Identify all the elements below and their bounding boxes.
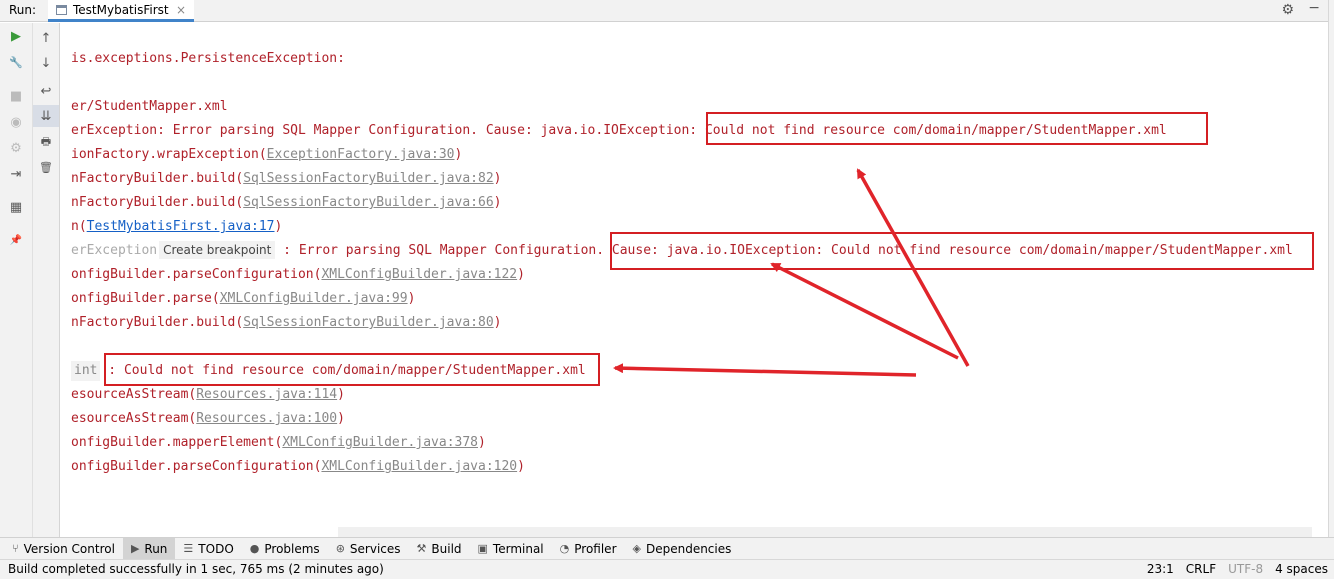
console-line: esourceAsStream(Resources.java:114) <box>71 387 345 402</box>
console-line: onfigBuilder.parseConfiguration(XMLConfi… <box>71 459 525 474</box>
run-config-icon <box>56 4 67 15</box>
stop-icon[interactable]: ■ <box>0 85 32 107</box>
tab-terminal[interactable]: ▣ Terminal <box>470 538 552 560</box>
horizontal-scrollbar[interactable] <box>338 527 1312 537</box>
console-line: nFactoryBuilder.build(SqlSessionFactoryB… <box>71 195 502 210</box>
tab-todo[interactable]: ☰ TODO <box>175 538 241 560</box>
tab-run[interactable]: ▶ Run <box>122 537 176 560</box>
console-line: onfigBuilder.parse(XMLConfigBuilder.java… <box>71 291 416 306</box>
stack-link[interactable]: TestMybatisFirst.java:17 <box>87 219 275 234</box>
stack-link[interactable]: Resources.java:114 <box>196 387 337 402</box>
create-breakpoint-popup[interactable]: Create breakpoint <box>159 241 276 259</box>
hammer-icon: ⚒ <box>416 542 427 555</box>
stack-link[interactable]: Resources.java:100 <box>196 411 337 426</box>
stack-link[interactable]: XMLConfigBuilder.java:378 <box>282 435 478 450</box>
layout-icon[interactable]: ▦ <box>0 196 32 218</box>
tab-title: TestMybatisFirst <box>73 2 169 17</box>
gear-icon[interactable]: ⚙ <box>1281 2 1294 18</box>
tab-profiler[interactable]: ◔ Profiler <box>552 538 625 560</box>
stack-link[interactable]: SqlSessionFactoryBuilder.java:80 <box>243 315 493 330</box>
tool-window-bar: ⑂ Version Control ▶ Run ☰ TODO ● Problems ⊛ S… <box>0 537 1334 560</box>
up-arrow-icon[interactable]: ↑ <box>33 27 59 49</box>
console-line: onfigBuilder.parseConfiguration(XMLConfi… <box>71 267 525 282</box>
console-line: is.exceptions.PersistenceException: <box>71 51 345 66</box>
run-header: Run: TestMybatisFirst × ⚙ − <box>0 0 1334 22</box>
rerun-icon[interactable]: ▶ <box>0 25 32 47</box>
print-icon[interactable]: 🖶 <box>33 131 59 153</box>
stack-link[interactable]: SqlSessionFactoryBuilder.java:82 <box>243 171 493 186</box>
run-toolbar-secondary: ↑ ↓ ↩ ⇊ 🖶 🗑 <box>33 23 60 537</box>
console-line: ionFactory.wrapException(ExceptionFactor… <box>71 147 463 162</box>
console-line: er/StudentMapper.xml <box>71 99 228 114</box>
run-label: Run: <box>9 3 37 17</box>
indent-setting[interactable]: 4 spaces <box>1275 562 1328 576</box>
console-line: esourceAsStream(Resources.java:100) <box>71 411 345 426</box>
down-arrow-icon[interactable]: ↓ <box>33 52 59 74</box>
pin-icon[interactable]: 📌 <box>0 229 32 251</box>
run-toolbar-primary: ▶ 🔧 ■ ◉ ⚙ ⇥ ▦ 📌 <box>0 23 33 537</box>
tab-build[interactable]: ⚒ Build <box>409 538 470 560</box>
console-line: onfigBuilder.mapperElement(XMLConfigBuil… <box>71 435 486 450</box>
problems-icon: ● <box>249 542 260 555</box>
camera-icon[interactable]: ◉ <box>0 111 32 133</box>
stack-link[interactable]: ExceptionFactory.java:30 <box>267 147 455 162</box>
exit-icon[interactable]: ⇥ <box>0 163 32 185</box>
services-icon: ⊛ <box>335 542 345 555</box>
right-tool-strip <box>1328 0 1334 537</box>
stack-link[interactable]: SqlSessionFactoryBuilder.java:66 <box>243 195 493 210</box>
console-line: erException: Error parsing SQL Mapper Co… <box>71 123 1167 138</box>
status-bar: Build completed successfully in 1 sec, 7… <box>0 559 1334 579</box>
stack-link[interactable]: XMLConfigBuilder.java:99 <box>220 291 408 306</box>
tab-problems[interactable]: ● Problems <box>242 538 328 560</box>
branch-icon: ⑂ <box>12 542 19 555</box>
list-icon: ☰ <box>183 542 194 555</box>
scroll-to-end-icon[interactable]: ⇊ <box>33 105 59 127</box>
soft-wrap-icon[interactable]: ↩ <box>33 80 59 102</box>
console-line: erException Create breakpoint : Error par… <box>71 241 1293 259</box>
tab-dependencies[interactable]: ◈ Dependencies <box>625 538 740 560</box>
file-encoding[interactable]: UTF-8 <box>1228 562 1263 576</box>
run-icon: ▶ <box>130 542 140 555</box>
console-line: int : Could not find resource com/domain… <box>71 361 586 381</box>
tab-services[interactable]: ⊛ Services <box>328 538 409 560</box>
status-message[interactable]: Build completed successfully in 1 sec, 7… <box>8 562 384 576</box>
settings-icon[interactable]: ⚙ <box>0 137 32 159</box>
trash-icon[interactable]: 🗑 <box>33 156 59 178</box>
tab-version-control[interactable]: ⑂ Version Control <box>0 538 123 560</box>
console-line: nFactoryBuilder.build(SqlSessionFactoryB… <box>71 315 502 330</box>
profiler-icon: ◔ <box>559 542 570 555</box>
console-output[interactable]: is.exceptions.PersistenceException: er/S… <box>61 23 1328 527</box>
console-line: n(TestMybatisFirst.java:17) <box>71 219 283 234</box>
close-icon[interactable]: × <box>176 3 186 17</box>
stack-link[interactable]: XMLConfigBuilder.java:122 <box>321 267 517 282</box>
dependencies-icon: ◈ <box>632 542 641 555</box>
stack-link[interactable]: XMLConfigBuilder.java:120 <box>321 459 517 474</box>
minimize-icon[interactable]: − <box>1308 0 1320 16</box>
console-line: nFactoryBuilder.build(SqlSessionFactoryB… <box>71 171 502 186</box>
wrench-icon[interactable]: 🔧 <box>0 51 32 73</box>
terminal-icon: ▣ <box>477 542 488 555</box>
tab-testmybatisfirst[interactable]: TestMybatisFirst × <box>48 0 194 22</box>
line-separator[interactable]: CRLF <box>1186 562 1216 576</box>
cursor-position[interactable]: 23:1 <box>1147 562 1174 576</box>
